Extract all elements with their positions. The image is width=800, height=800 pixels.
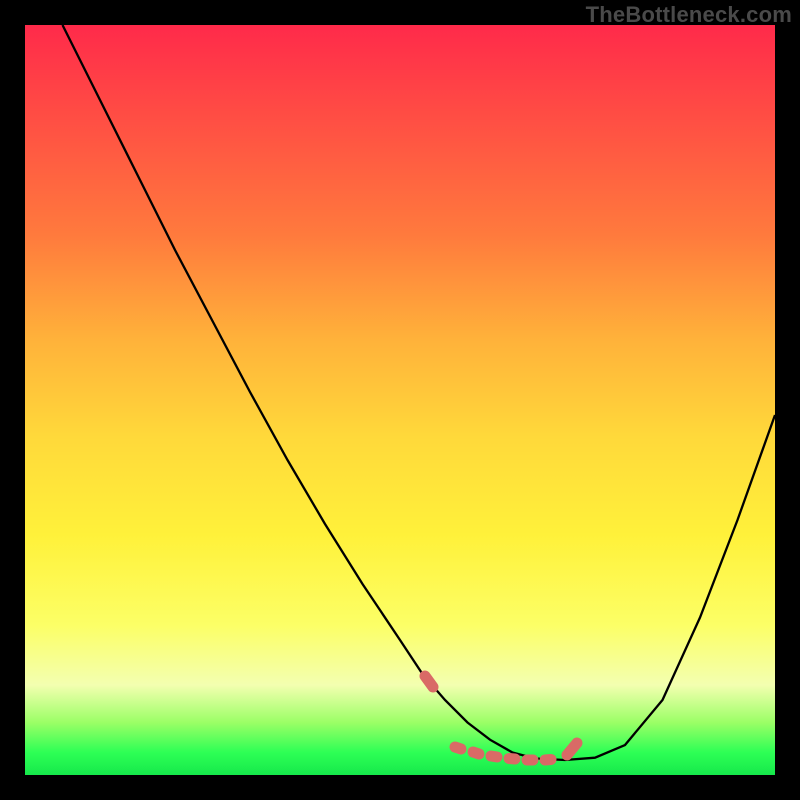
watermark-text: TheBottleneck.com bbox=[586, 2, 792, 28]
curve-layer bbox=[25, 25, 775, 775]
valley-highlight bbox=[425, 676, 577, 760]
bottleneck-curve bbox=[63, 25, 776, 760]
chart-frame: TheBottleneck.com bbox=[0, 0, 800, 800]
